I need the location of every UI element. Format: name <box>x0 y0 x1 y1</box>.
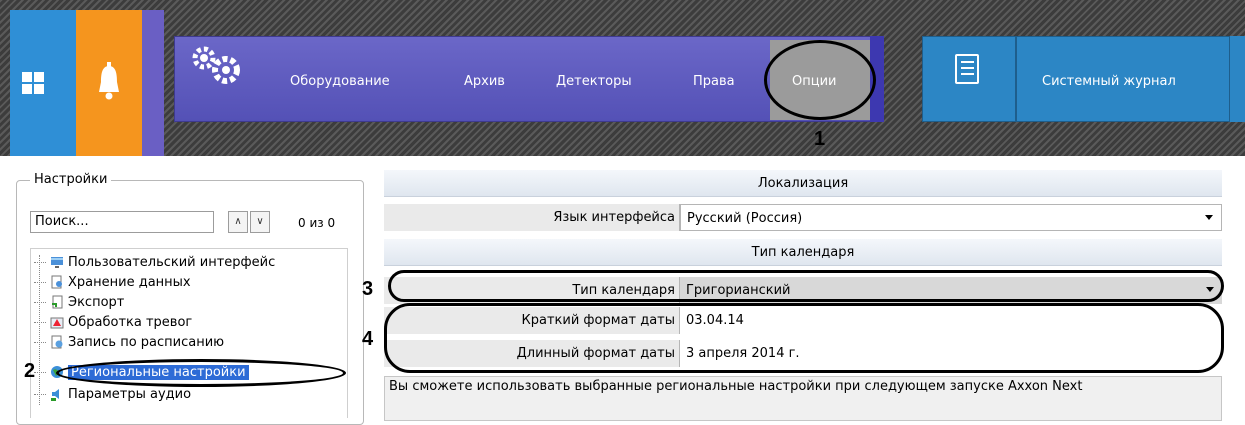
search-counter: 0 из 0 <box>298 216 336 230</box>
tree-item-label: Параметры аудио <box>68 386 192 402</box>
description-text: Вы сможете использовать выбранные регион… <box>384 376 1222 421</box>
callout-oval-4 <box>384 303 1224 373</box>
search-prev-button[interactable]: ∧ <box>228 211 248 233</box>
tree-item-export[interactable]: Экспорт <box>34 292 124 312</box>
language-label: Язык интерфейса <box>384 204 680 231</box>
language-value: Русский (Россия) <box>687 211 803 226</box>
monitor-icon <box>51 257 63 268</box>
tree-item-label: Экспорт <box>68 294 125 310</box>
audio-icon <box>51 389 59 401</box>
settings-tile-edge <box>142 10 164 156</box>
callout-oval-1 <box>764 40 876 120</box>
language-row: Язык интерфейса Русский (Россия) <box>384 204 1222 231</box>
settings-title: Настройки <box>30 172 112 187</box>
callout-oval-3 <box>388 270 1224 302</box>
language-dropdown[interactable]: Русский (Россия) <box>680 204 1222 231</box>
nav-permissions[interactable]: Права <box>693 74 735 89</box>
storage-icon <box>51 275 62 289</box>
tree-item-storage[interactable]: Хранение данных <box>34 272 191 292</box>
search-next-button[interactable]: ∨ <box>250 211 270 233</box>
alarm-icon <box>50 317 64 329</box>
callout-3: 3 <box>362 278 374 300</box>
search-input[interactable]: Поиск... <box>30 211 214 233</box>
tree-item-audio[interactable]: Параметры аудио <box>34 384 191 404</box>
nav-hardware[interactable]: Оборудование <box>290 74 390 89</box>
gear-icon <box>192 46 240 84</box>
tree-item-label: Пользовательский интерфейс <box>68 254 276 270</box>
grid-icon <box>22 72 44 94</box>
section-calendar: Тип календаря <box>384 239 1222 266</box>
system-journal-label[interactable]: Системный журнал <box>1042 74 1176 89</box>
chevron-down-icon <box>1205 215 1213 220</box>
tree-item-ui[interactable]: Пользовательский интерфейс <box>34 252 275 272</box>
tree-item-alarms[interactable]: Обработка тревог <box>34 312 192 332</box>
nav-archive[interactable]: Архив <box>464 74 505 89</box>
tree-item-label: Хранение данных <box>68 274 191 290</box>
journal-icon <box>955 54 979 84</box>
tree-item-schedule[interactable]: Запись по расписанию <box>34 332 224 352</box>
callout-4: 4 <box>362 328 374 350</box>
tree-item-label: Запись по расписанию <box>68 334 225 350</box>
callout-oval-2 <box>56 359 346 387</box>
callout-1: 1 <box>814 128 826 150</box>
schedule-icon <box>51 335 63 349</box>
callout-2: 2 <box>24 360 36 382</box>
bell-icon <box>99 62 119 100</box>
tree-item-label: Обработка тревог <box>68 314 193 330</box>
nav-detectors[interactable]: Детекторы <box>556 74 632 89</box>
journal-edge <box>1230 36 1245 122</box>
export-icon <box>52 295 63 309</box>
section-localization: Локализация <box>384 170 1222 197</box>
